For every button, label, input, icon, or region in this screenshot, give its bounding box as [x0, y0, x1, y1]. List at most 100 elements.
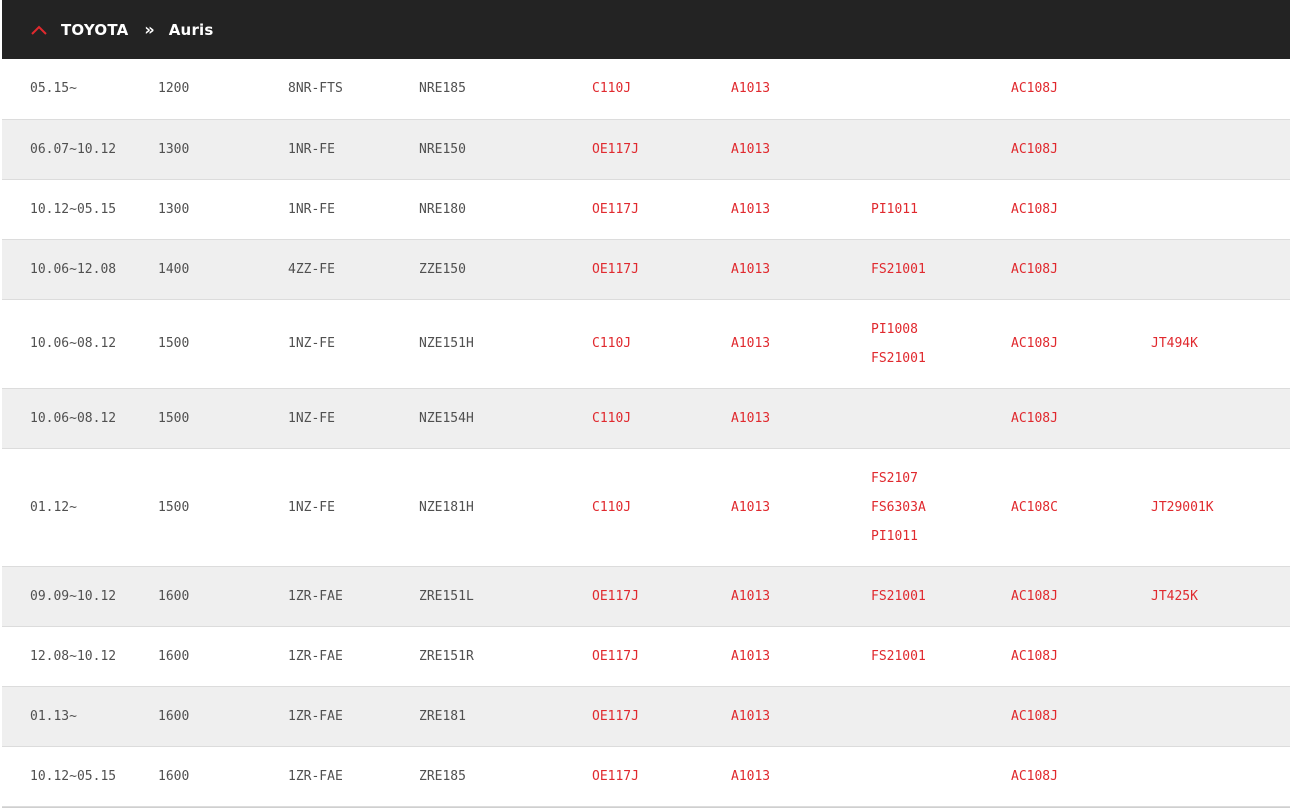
- cell-cc: 1600: [158, 768, 190, 784]
- cell-oil: OE117J: [592, 179, 731, 239]
- part-link-fuel[interactable]: FS21001: [871, 649, 926, 664]
- cell-oil: OE117J: [592, 239, 731, 299]
- cell-period: 09.09~10.12: [2, 566, 158, 626]
- part-link-air[interactable]: A1013: [731, 411, 770, 426]
- cell-cc: 1300: [158, 119, 288, 179]
- part-link-cabin[interactable]: AC108J: [1011, 649, 1058, 664]
- cell-engine: 1NZ-FE: [288, 336, 335, 351]
- cell-engine: 1ZR-FAE: [288, 648, 343, 664]
- cell-cabin: AC108J: [1011, 59, 1151, 119]
- part-link-fuel[interactable]: PI1011: [871, 522, 1011, 551]
- part-link-oil[interactable]: OE117J: [592, 769, 639, 784]
- cell-cabin: AC108J: [1011, 388, 1151, 448]
- part-link-oil[interactable]: C110J: [592, 81, 631, 96]
- cell-chassis: NRE180: [419, 201, 466, 217]
- cell-chassis: ZRE151R: [419, 648, 474, 664]
- part-link-other[interactable]: JT425K: [1151, 589, 1198, 604]
- part-link-cabin[interactable]: AC108J: [1011, 202, 1058, 217]
- part-link-fuel[interactable]: PI1011: [871, 202, 918, 217]
- cell-period: 10.12~05.15: [30, 768, 117, 784]
- cell-cabin: AC108J: [1011, 179, 1151, 239]
- cell-engine: 1ZR-FAE: [288, 686, 419, 746]
- part-link-air[interactable]: A1013: [731, 709, 770, 724]
- part-link-cabin[interactable]: AC108J: [1011, 262, 1058, 277]
- cell-fuel: FS2107 FS6303A PI1011: [871, 448, 1011, 566]
- part-link-air[interactable]: A1013: [731, 262, 770, 277]
- part-link-other[interactable]: JT494K: [1151, 336, 1198, 351]
- part-link-cabin[interactable]: AC108J: [1011, 411, 1058, 426]
- part-link-oil[interactable]: OE117J: [592, 202, 639, 217]
- cell-engine: 1NZ-FE: [288, 388, 419, 448]
- cell-cabin: AC108C: [1011, 448, 1151, 566]
- part-link-oil[interactable]: C110J: [592, 500, 631, 515]
- part-link-air[interactable]: A1013: [731, 589, 770, 604]
- cell-chassis: NRE150: [419, 119, 592, 179]
- breadcrumb-bar[interactable]: TOYOTA » Auris: [2, 0, 1290, 59]
- part-link-air[interactable]: A1013: [731, 336, 770, 351]
- part-link-cabin[interactable]: AC108J: [1011, 589, 1058, 604]
- cell-oil: C110J: [592, 388, 731, 448]
- application-table-panel: TOYOTA » Auris 05.15~ 1200 8NR-FTS NRE185 C1…: [2, 0, 1290, 808]
- cell-fuel: FS21001: [871, 626, 1011, 686]
- cell-cabin: AC108J: [1011, 746, 1151, 806]
- cell-air: A1013: [731, 626, 871, 686]
- table-row: 10.06~12.08 1400 4ZZ-FE ZZE150 OE117J A1013 FS…: [2, 239, 1290, 299]
- part-link-oil[interactable]: OE117J: [592, 142, 639, 157]
- cell-period: 10.06~08.12: [30, 336, 117, 351]
- part-link-cabin[interactable]: AC108C: [1011, 500, 1058, 515]
- table-row: 01.13~ 1600 1ZR-FAE ZRE181 OE117J A1013 AC108J: [2, 686, 1290, 746]
- part-link-cabin[interactable]: AC108J: [1011, 336, 1058, 351]
- part-link-air[interactable]: A1013: [731, 649, 770, 664]
- cell-cc: 1400: [158, 239, 288, 299]
- cell-air: A1013: [731, 119, 871, 179]
- table-row: 10.06~08.12 1500 1NZ-FE NZE154H C110J A1013 AC…: [2, 388, 1290, 448]
- cell-oil: OE117J: [592, 119, 731, 179]
- cell-period: 01.13~: [2, 686, 158, 746]
- part-link-cabin[interactable]: AC108J: [1011, 709, 1058, 724]
- part-link-fuel[interactable]: FS6303A: [871, 493, 1011, 522]
- part-link-oil[interactable]: C110J: [592, 336, 631, 351]
- part-link-air[interactable]: A1013: [731, 769, 770, 784]
- part-link-fuel[interactable]: FS21001: [871, 344, 1011, 373]
- cell-other: [1151, 746, 1290, 806]
- cell-chassis: NRE185: [419, 81, 466, 97]
- cell-period: 05.15~: [30, 81, 77, 97]
- cell-other: [1151, 388, 1290, 448]
- part-link-oil[interactable]: OE117J: [592, 709, 639, 724]
- part-link-fuel[interactable]: PI1008: [871, 315, 1011, 344]
- cell-other: [1151, 119, 1290, 179]
- part-link-oil[interactable]: OE117J: [592, 649, 639, 664]
- part-link-fuel[interactable]: FS2107: [871, 464, 1011, 493]
- part-link-oil[interactable]: C110J: [592, 411, 631, 426]
- cell-other: JT425K: [1151, 566, 1290, 626]
- cell-fuel: PI1008 FS21001: [871, 299, 1011, 388]
- cell-fuel: [871, 119, 1011, 179]
- cell-other: JT494K: [1151, 299, 1290, 388]
- part-link-fuel[interactable]: FS21001: [871, 262, 926, 277]
- breadcrumb-model: Auris: [168, 20, 214, 39]
- cell-cc: 1300: [158, 201, 190, 217]
- part-link-air[interactable]: A1013: [731, 142, 770, 157]
- table-row: 12.08~10.12 1600 1ZR-FAE ZRE151R OE117J A1013…: [2, 626, 1290, 686]
- cell-oil: C110J: [592, 59, 731, 119]
- part-link-other[interactable]: JT29001K: [1151, 500, 1214, 515]
- cell-cc: 1600: [158, 648, 190, 664]
- cell-air: A1013: [731, 686, 871, 746]
- cell-air: A1013: [731, 388, 871, 448]
- chevron-up-icon[interactable]: [30, 24, 48, 36]
- part-link-cabin[interactable]: AC108J: [1011, 142, 1058, 157]
- part-link-air[interactable]: A1013: [731, 202, 770, 217]
- cell-air: A1013: [731, 566, 871, 626]
- part-link-cabin[interactable]: AC108J: [1011, 81, 1058, 96]
- cell-oil: OE117J: [592, 566, 731, 626]
- part-link-oil[interactable]: OE117J: [592, 262, 639, 277]
- cell-engine: 8NR-FTS: [288, 81, 343, 97]
- cell-air: A1013: [731, 448, 871, 566]
- cell-engine: 4ZZ-FE: [288, 239, 419, 299]
- part-link-cabin[interactable]: AC108J: [1011, 769, 1058, 784]
- part-link-fuel[interactable]: FS21001: [871, 589, 926, 604]
- part-link-air[interactable]: A1013: [731, 500, 770, 515]
- breadcrumb-make[interactable]: TOYOTA: [61, 21, 128, 39]
- part-link-oil[interactable]: OE117J: [592, 589, 639, 604]
- part-link-air[interactable]: A1013: [731, 81, 770, 96]
